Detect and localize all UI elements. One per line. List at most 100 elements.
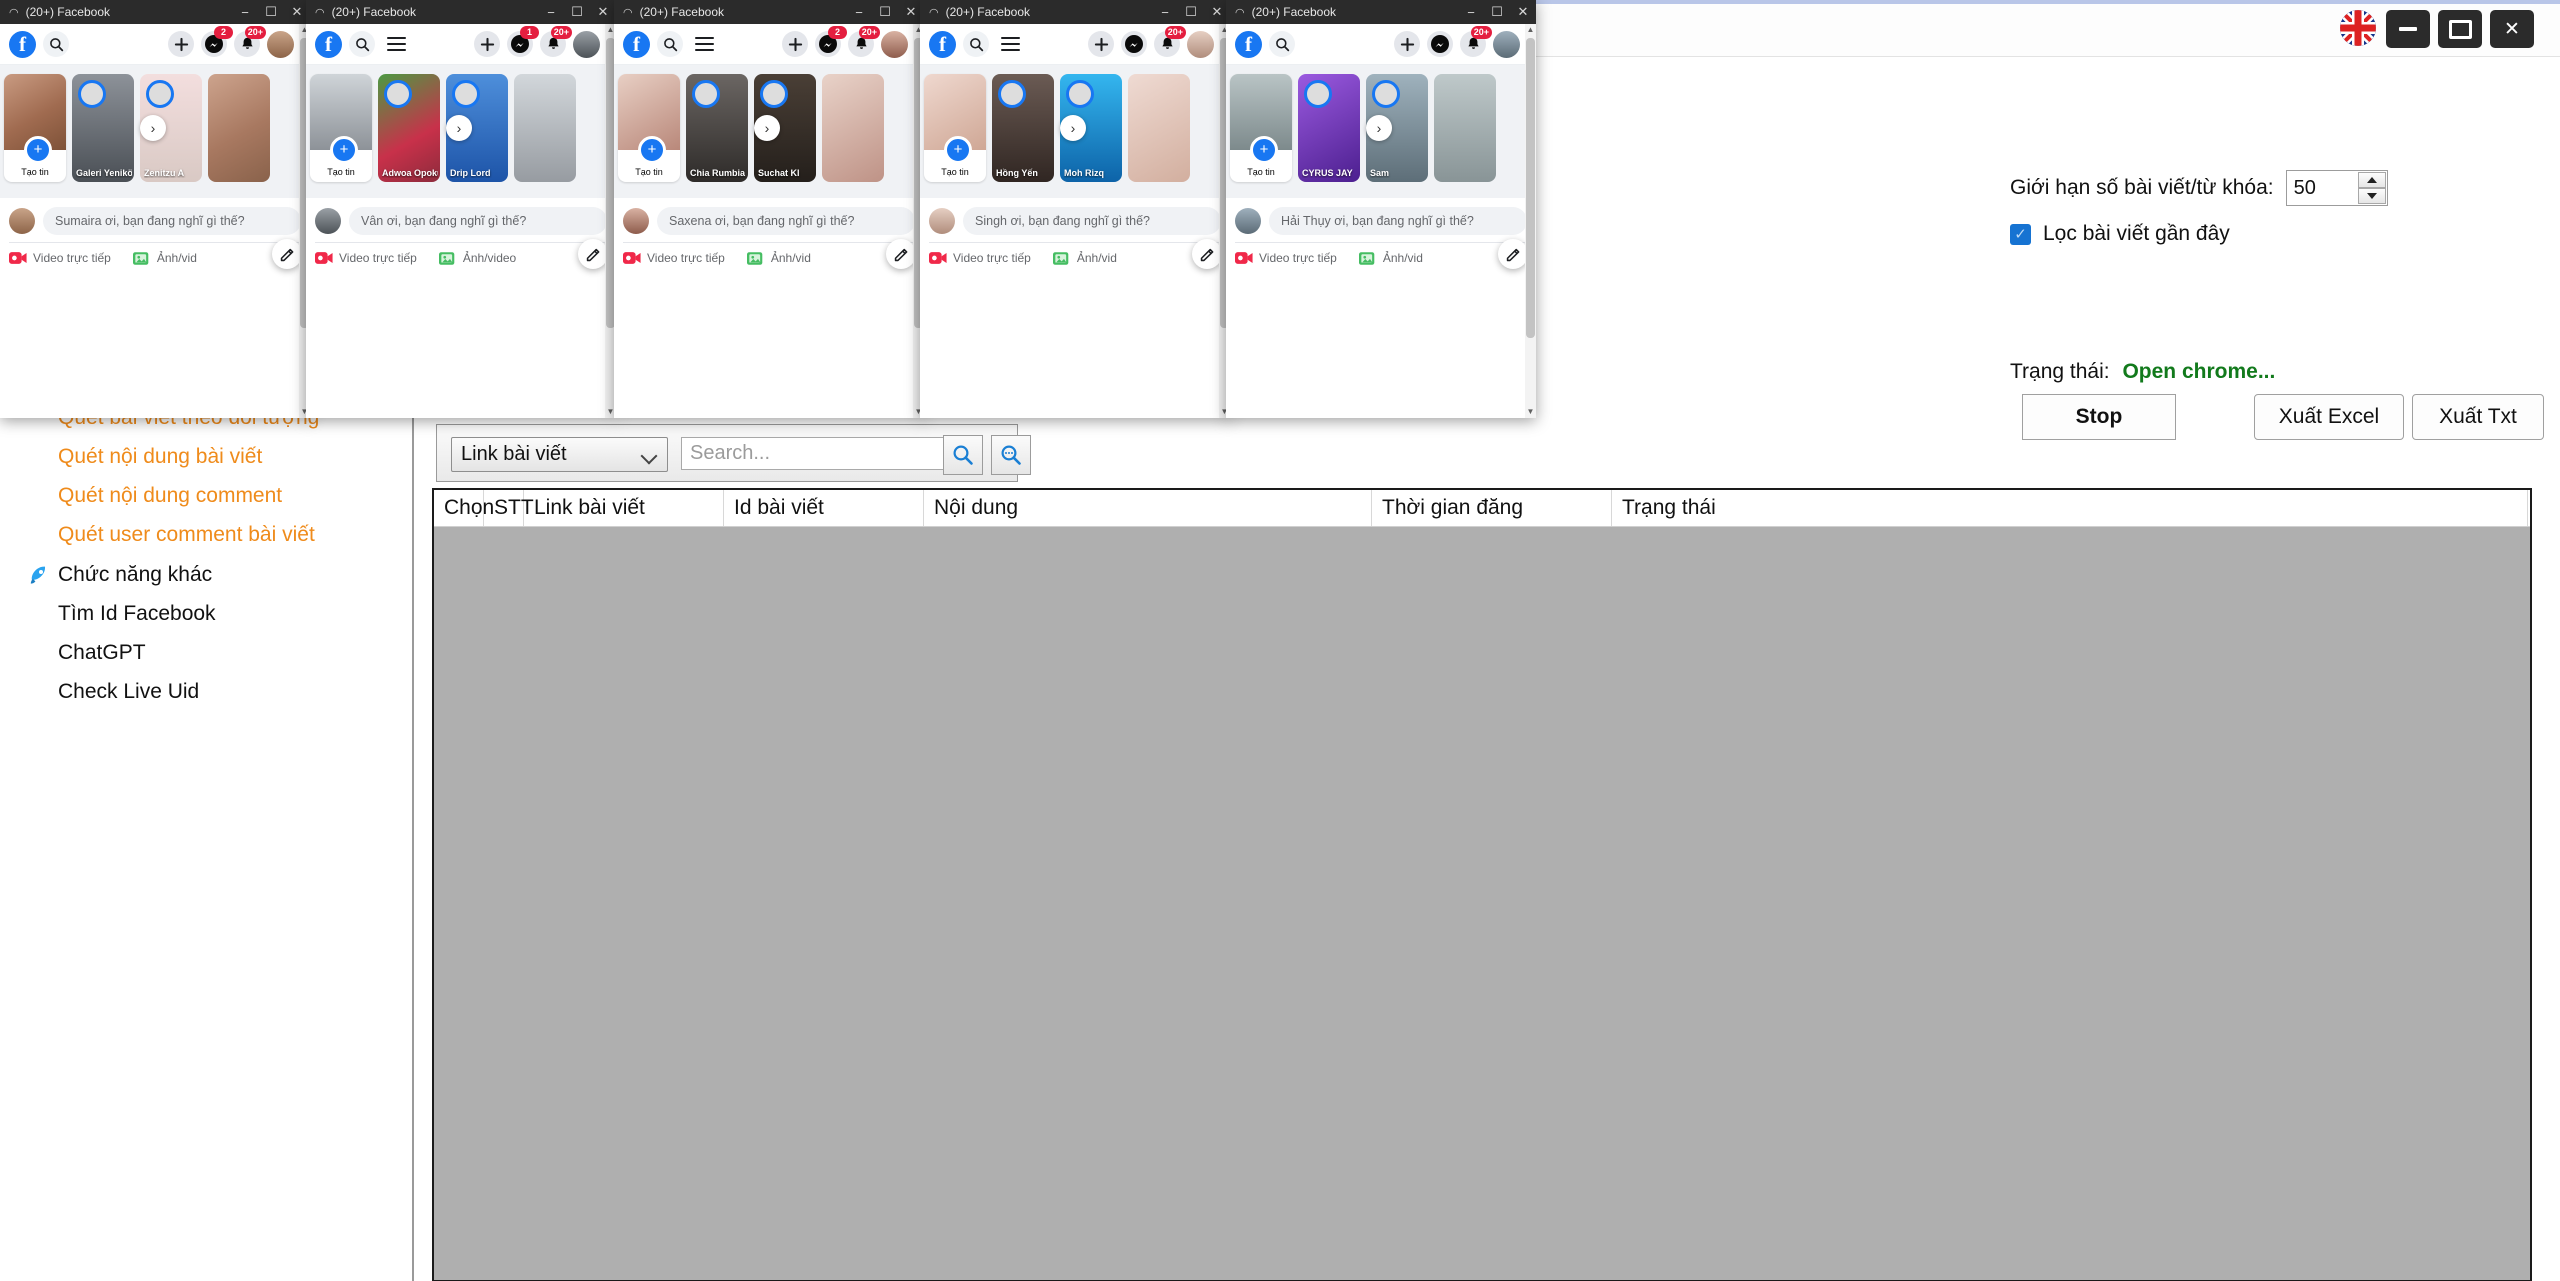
create-story-card[interactable]: + Tạo tin [310,74,372,182]
live-video-button[interactable]: Video trực tiếp [623,251,725,265]
composer-input[interactable]: Saxena ơi, bạn đang nghĩ gì thế? [657,207,915,235]
live-video-button[interactable]: Video trực tiếp [929,251,1031,265]
avatar[interactable] [573,30,600,58]
table-column-header-4[interactable]: Nội dung [924,490,1372,526]
filter-field-select[interactable]: Link bài viết [451,437,668,472]
stories-next-button[interactable]: › [1366,115,1392,141]
notifications-icon[interactable]: 20+ [1154,26,1186,57]
photo-video-button[interactable]: Ảnh/vid [746,251,811,266]
messenger-icon[interactable] [1427,31,1453,57]
sidebar-item-15[interactable]: ChatGPT [0,637,412,669]
browser-maximize-button[interactable]: ☐ [258,0,284,24]
compose-fab-button[interactable] [1192,239,1222,269]
table-body[interactable] [434,527,2530,1280]
scroll-down-icon[interactable]: ▼ [1525,406,1536,418]
advanced-search-button[interactable] [991,435,1031,475]
live-video-button[interactable]: Video trực tiếp [315,251,417,265]
maximize-button[interactable] [2438,10,2482,48]
compose-fab-button[interactable] [272,239,302,269]
search-icon[interactable] [349,31,375,57]
post-limit-stepper[interactable] [2285,170,2388,206]
table-column-header-5[interactable]: Thời gian đăng [1372,490,1612,526]
browser-window-1[interactable]: ◠ (20+) Facebook − ☐ ✕ f 1 20+ + Tạo tin Adwoa Opo… [306,0,616,418]
menu-icon[interactable] [695,37,714,51]
compose-fab-button[interactable] [1498,239,1528,269]
create-icon[interactable] [168,31,194,57]
table-column-header-1[interactable]: STT [484,490,534,526]
photo-video-button[interactable]: Ảnh/vid [1052,251,1117,266]
sidebar-item-16[interactable]: Check Live Uid [0,676,412,708]
avatar[interactable] [881,30,908,58]
create-icon[interactable] [782,31,808,57]
story-card-2[interactable] [514,74,576,182]
messenger-icon[interactable]: 1 [507,26,539,57]
notifications-icon[interactable]: 20+ [540,26,572,57]
messenger-icon[interactable]: 2 [201,26,233,57]
composer-input[interactable]: Singh ơi, bạn đang nghĩ gì thế? [963,207,1221,235]
story-card-2[interactable] [1128,74,1190,182]
filter-recent-checkbox[interactable]: ✓ [2010,223,2031,245]
composer-input[interactable]: Hải Thụy ơi, bạn đang nghĩ gì thế? [1269,207,1527,235]
photo-video-button[interactable]: Ảnh/video [438,251,516,266]
notifications-icon[interactable]: 20+ [848,26,880,57]
browser-window-2[interactable]: ◠ (20+) Facebook − ☐ ✕ f 2 20+ + Tạo tin Chia Rumb… [614,0,924,418]
browser-maximize-button[interactable]: ☐ [1484,0,1510,24]
browser-maximize-button[interactable]: ☐ [1178,0,1204,24]
sidebar-item-14[interactable]: Tìm Id Facebook [0,598,412,630]
facebook-logo-icon[interactable]: f [1235,30,1262,58]
create-icon[interactable] [1088,31,1114,57]
compose-fab-button[interactable] [886,239,916,269]
browser-window-3[interactable]: ◠ (20+) Facebook − ☐ ✕ f 20+ + Tạo tin Hồng Yến Mo… [920,0,1230,418]
create-story-card[interactable]: + Tạo tin [4,74,66,182]
browser-maximize-button[interactable]: ☐ [872,0,898,24]
live-video-button[interactable]: Video trực tiếp [1235,251,1337,265]
story-card-2[interactable] [822,74,884,182]
sidebar-item-10[interactable]: Quét nội dung bài viết [0,441,412,473]
photo-video-button[interactable]: Ảnh/vid [1358,251,1423,266]
story-card-2[interactable] [208,74,270,182]
live-video-button[interactable]: Video trực tiếp [9,251,111,265]
facebook-logo-icon[interactable]: f [929,30,956,58]
search-icon[interactable] [657,31,683,57]
browser-minimize-button[interactable]: − [1152,0,1178,24]
story-card-0[interactable]: Hồng Yến [992,74,1054,182]
facebook-logo-icon[interactable]: f [315,30,342,58]
story-card-0[interactable]: Adwoa Opoku [378,74,440,182]
scroll-up-icon[interactable]: ▲ [1525,24,1536,36]
avatar[interactable] [1493,30,1520,58]
browser-minimize-button[interactable]: − [232,0,258,24]
create-story-card[interactable]: + Tạo tin [924,74,986,182]
browser-close-button[interactable]: ✕ [590,0,616,24]
composer-input[interactable]: Vân ơi, bạn đang nghĩ gì thế? [349,207,607,235]
stepper-up-button[interactable] [2357,172,2386,188]
search-input[interactable] [681,437,949,470]
stepper-down-button[interactable] [2357,188,2386,204]
photo-video-button[interactable]: Ảnh/vid [132,251,197,266]
table-column-header-0[interactable]: Chọn [434,490,494,526]
search-button[interactable] [943,435,983,475]
browser-window-4[interactable]: ◠ (20+) Facebook − ☐ ✕ f 20+ + Tạo tin CYRUS JAY S… [1226,0,1536,418]
browser-minimize-button[interactable]: − [1458,0,1484,24]
browser-scrollbar[interactable]: ▲ ▼ [1525,24,1536,418]
story-card-0[interactable]: Galeri Yeniköy [72,74,134,182]
table-column-header-3[interactable]: Id bài viết [724,490,924,526]
stories-next-button[interactable]: › [754,115,780,141]
story-card-0[interactable]: CYRUS JAY [1298,74,1360,182]
story-card-2[interactable] [1434,74,1496,182]
scrollbar-thumb[interactable] [1526,38,1535,338]
browser-minimize-button[interactable]: − [846,0,872,24]
stories-next-button[interactable]: › [1060,115,1086,141]
search-icon[interactable] [43,31,69,57]
close-button[interactable]: ✕ [2490,10,2534,48]
table-column-header-6[interactable]: Trạng thái [1612,490,2528,526]
table-column-header-2[interactable]: Link bài viết [524,490,724,526]
create-story-card[interactable]: + Tạo tin [618,74,680,182]
search-icon[interactable] [963,31,989,57]
composer-input[interactable]: Sumaira ơi, bạn đang nghĩ gì thế? [43,207,301,235]
create-icon[interactable] [1394,31,1420,57]
avatar[interactable] [267,30,294,58]
sidebar-item-12[interactable]: Quét user comment bài viết [0,519,412,551]
create-story-card[interactable]: + Tạo tin [1230,74,1292,182]
search-icon[interactable] [1269,31,1295,57]
browser-minimize-button[interactable]: − [538,0,564,24]
